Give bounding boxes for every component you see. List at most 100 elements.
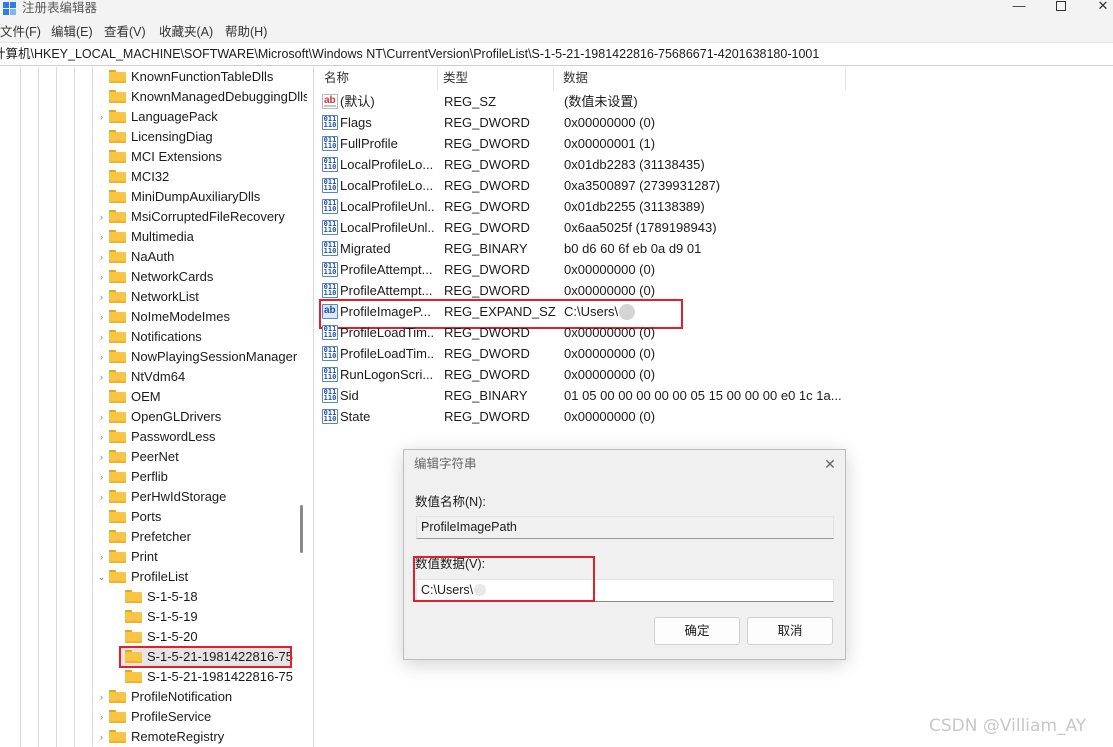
icon-glyph: 011 110 — [323, 157, 337, 171]
chevron-right-icon[interactable]: › — [97, 371, 106, 383]
tree-item[interactable]: › Print — [0, 547, 300, 567]
tree-item[interactable]: › ProfileNotification — [0, 687, 300, 707]
value-type: REG_DWORD — [444, 157, 530, 172]
tree-item[interactable]: MiniDumpAuxiliaryDlls — [0, 187, 300, 207]
folder-icon-body — [109, 472, 126, 483]
menu-file[interactable]: 文件(F) — [0, 25, 41, 39]
tree-item-label: ProfileService — [131, 709, 212, 724]
tree-item[interactable]: › Perflib — [0, 467, 300, 487]
chevron-right-icon[interactable]: › — [97, 491, 106, 503]
address-bar[interactable]: 计算机\HKEY_LOCAL_MACHINE\SOFTWARE\Microsof… — [0, 42, 1113, 66]
tree-item[interactable]: S-1-5-21-1981422816-75 — [0, 667, 300, 687]
column-header-name[interactable]: 名称 — [314, 67, 438, 90]
tree-item[interactable]: MCI32 — [0, 167, 300, 187]
cancel-button[interactable]: 取消 — [747, 617, 833, 645]
folder-icon-body — [109, 92, 126, 103]
icon-glyph: 011 110 — [323, 115, 337, 129]
tree-item[interactable]: › LanguagePack — [0, 107, 300, 127]
tree-item[interactable]: › RemoteRegistry — [0, 727, 300, 747]
value-data: 0x00000000 (0) — [564, 367, 655, 382]
ok-button[interactable]: 确定 — [654, 617, 740, 645]
menu-help[interactable]: 帮助(H) — [225, 25, 267, 39]
value-row[interactable]: 011 110 LocalProfileLo... REG_DWORD 0x01db22… — [314, 154, 1113, 175]
tree-item[interactable]: › ProfileService — [0, 707, 300, 727]
tree-item[interactable]: OEM — [0, 387, 300, 407]
value-row[interactable]: 011 110 LocalProfileUnl... REG_DWORD 0x01db2… — [314, 196, 1113, 217]
chevron-right-icon[interactable]: › — [97, 731, 106, 743]
chevron-right-icon[interactable]: › — [97, 451, 106, 463]
tree-item[interactable]: › NaAuth — [0, 247, 300, 267]
chevron-right-icon[interactable]: › — [97, 471, 106, 483]
tree-item[interactable]: MCI Extensions — [0, 147, 300, 167]
tree-item[interactable]: Prefetcher — [0, 527, 300, 547]
folder-icon-body — [109, 232, 126, 243]
chevron-right-icon[interactable]: › — [97, 351, 106, 363]
tree-item[interactable]: › NowPlayingSessionManager — [0, 347, 300, 367]
value-row[interactable]: 011 110 ProfileLoadTim... REG_DWORD 0x000000… — [314, 322, 1113, 343]
tree-item[interactable]: › NetworkCards — [0, 267, 300, 287]
dialog-close-icon[interactable]: ✕ — [823, 457, 837, 471]
column-header-type[interactable]: 类型 — [433, 67, 554, 90]
tree-item[interactable]: › PeerNet — [0, 447, 300, 467]
tree-scrollbar[interactable] — [300, 505, 303, 553]
chevron-right-icon[interactable]: › — [97, 711, 106, 723]
menu-edit[interactable]: 编辑(E) — [51, 25, 93, 39]
tree-item[interactable]: › Notifications — [0, 327, 300, 347]
value-row[interactable]: 011 110 RunLogonScri... REG_DWORD 0x00000000… — [314, 364, 1113, 385]
tree-item[interactable]: Ports — [0, 507, 300, 527]
chevron-right-icon[interactable]: › — [97, 411, 106, 423]
chevron-right-icon[interactable]: › — [97, 551, 106, 563]
value-row[interactable]: 011 110 LocalProfileUnl... REG_DWORD 0x6aa50… — [314, 217, 1113, 238]
chevron-right-icon[interactable]: › — [97, 271, 106, 283]
value-row[interactable]: 011 110 Flags REG_DWORD 0x00000000 (0) — [314, 112, 1113, 133]
chevron-right-icon[interactable]: › — [97, 431, 106, 443]
maximize-button[interactable] — [1038, 0, 1084, 14]
tree-item-label: MsiCorruptedFileRecovery — [131, 209, 285, 224]
tree-item[interactable]: S-1-5-20 — [0, 627, 300, 647]
address-path[interactable]: 计算机\HKEY_LOCAL_MACHINE\SOFTWARE\Microsof… — [0, 47, 819, 62]
tree-item[interactable]: › MsiCorruptedFileRecovery — [0, 207, 300, 227]
value-row[interactable]: ab (默认) REG_SZ (数值未设置) — [314, 91, 1113, 112]
tree-item[interactable]: › Multimedia — [0, 227, 300, 247]
value-row[interactable]: 011 110 ProfileAttempt... REG_DWORD 0x000000… — [314, 259, 1113, 280]
folder-icon-body — [109, 272, 126, 283]
tree-item-label: MiniDumpAuxiliaryDlls — [131, 189, 261, 204]
value-row[interactable]: 011 110 ProfileAttempt... REG_DWORD 0x000000… — [314, 280, 1113, 301]
tree-item[interactable]: › PerHwIdStorage — [0, 487, 300, 507]
tree-item[interactable]: KnownFunctionTableDlls — [0, 67, 300, 87]
chevron-right-icon[interactable]: › — [97, 691, 106, 703]
tree-item[interactable]: KnownManagedDebuggingDlls — [0, 87, 307, 107]
value-row[interactable]: 011 110 Sid REG_BINARY 01 05 00 00 00 00 00 … — [314, 385, 1113, 406]
tree-item[interactable]: LicensingDiag — [0, 127, 300, 147]
chevron-right-icon[interactable]: › — [97, 111, 106, 123]
tree-item[interactable]: ⌄ ProfileList — [0, 567, 300, 587]
chevron-right-icon[interactable]: › — [97, 211, 106, 223]
tree-item[interactable]: › NoImeModeImes — [0, 307, 300, 327]
value-row[interactable]: 011 110 ProfileLoadTim... REG_DWORD 0x000000… — [314, 343, 1113, 364]
chevron-right-icon[interactable]: › — [97, 331, 106, 343]
menu-view[interactable]: 查看(V) — [104, 25, 146, 39]
binary-value-icon: 011 110 — [322, 367, 338, 382]
tree-item[interactable]: S-1-5-18 — [0, 587, 300, 607]
chevron-right-icon[interactable]: › — [97, 291, 106, 303]
tree-item[interactable]: › OpenGLDrivers — [0, 407, 300, 427]
tree-item[interactable]: › NetworkList — [0, 287, 300, 307]
registry-tree[interactable]: KnownFunctionTableDlls KnownManagedDebugg… — [0, 67, 307, 747]
value-row[interactable]: 011 110 Migrated REG_BINARY b0 d6 60 6f eb 0… — [314, 238, 1113, 259]
menu-favorites[interactable]: 收藏夹(A) — [159, 25, 213, 39]
chevron-right-icon[interactable]: › — [97, 251, 106, 263]
value-data-text: 0x00000000 (0) — [564, 325, 656, 340]
tree-item[interactable]: › PasswordLess — [0, 427, 300, 447]
chevron-right-icon[interactable]: › — [97, 311, 106, 323]
value-row[interactable]: 011 110 FullProfile REG_DWORD 0x00000001 (1) — [314, 133, 1113, 154]
tree-item[interactable]: S-1-5-19 — [0, 607, 300, 627]
chevron-right-icon[interactable]: › — [97, 231, 106, 243]
minimize-button[interactable]: — — [996, 0, 1042, 14]
value-row[interactable]: 011 110 LocalProfileLo... REG_DWORD 0xa35008… — [314, 175, 1113, 196]
value-row[interactable]: 011 110 State REG_DWORD 0x00000000 (0) — [314, 406, 1113, 427]
close-button[interactable]: ✕ — [1080, 0, 1113, 14]
tree-item[interactable]: › NtVdm64 — [0, 367, 300, 387]
chevron-down-icon[interactable]: ⌄ — [97, 571, 106, 583]
column-header-data[interactable]: 数据 — [553, 67, 846, 90]
folder-icon — [125, 590, 142, 603]
